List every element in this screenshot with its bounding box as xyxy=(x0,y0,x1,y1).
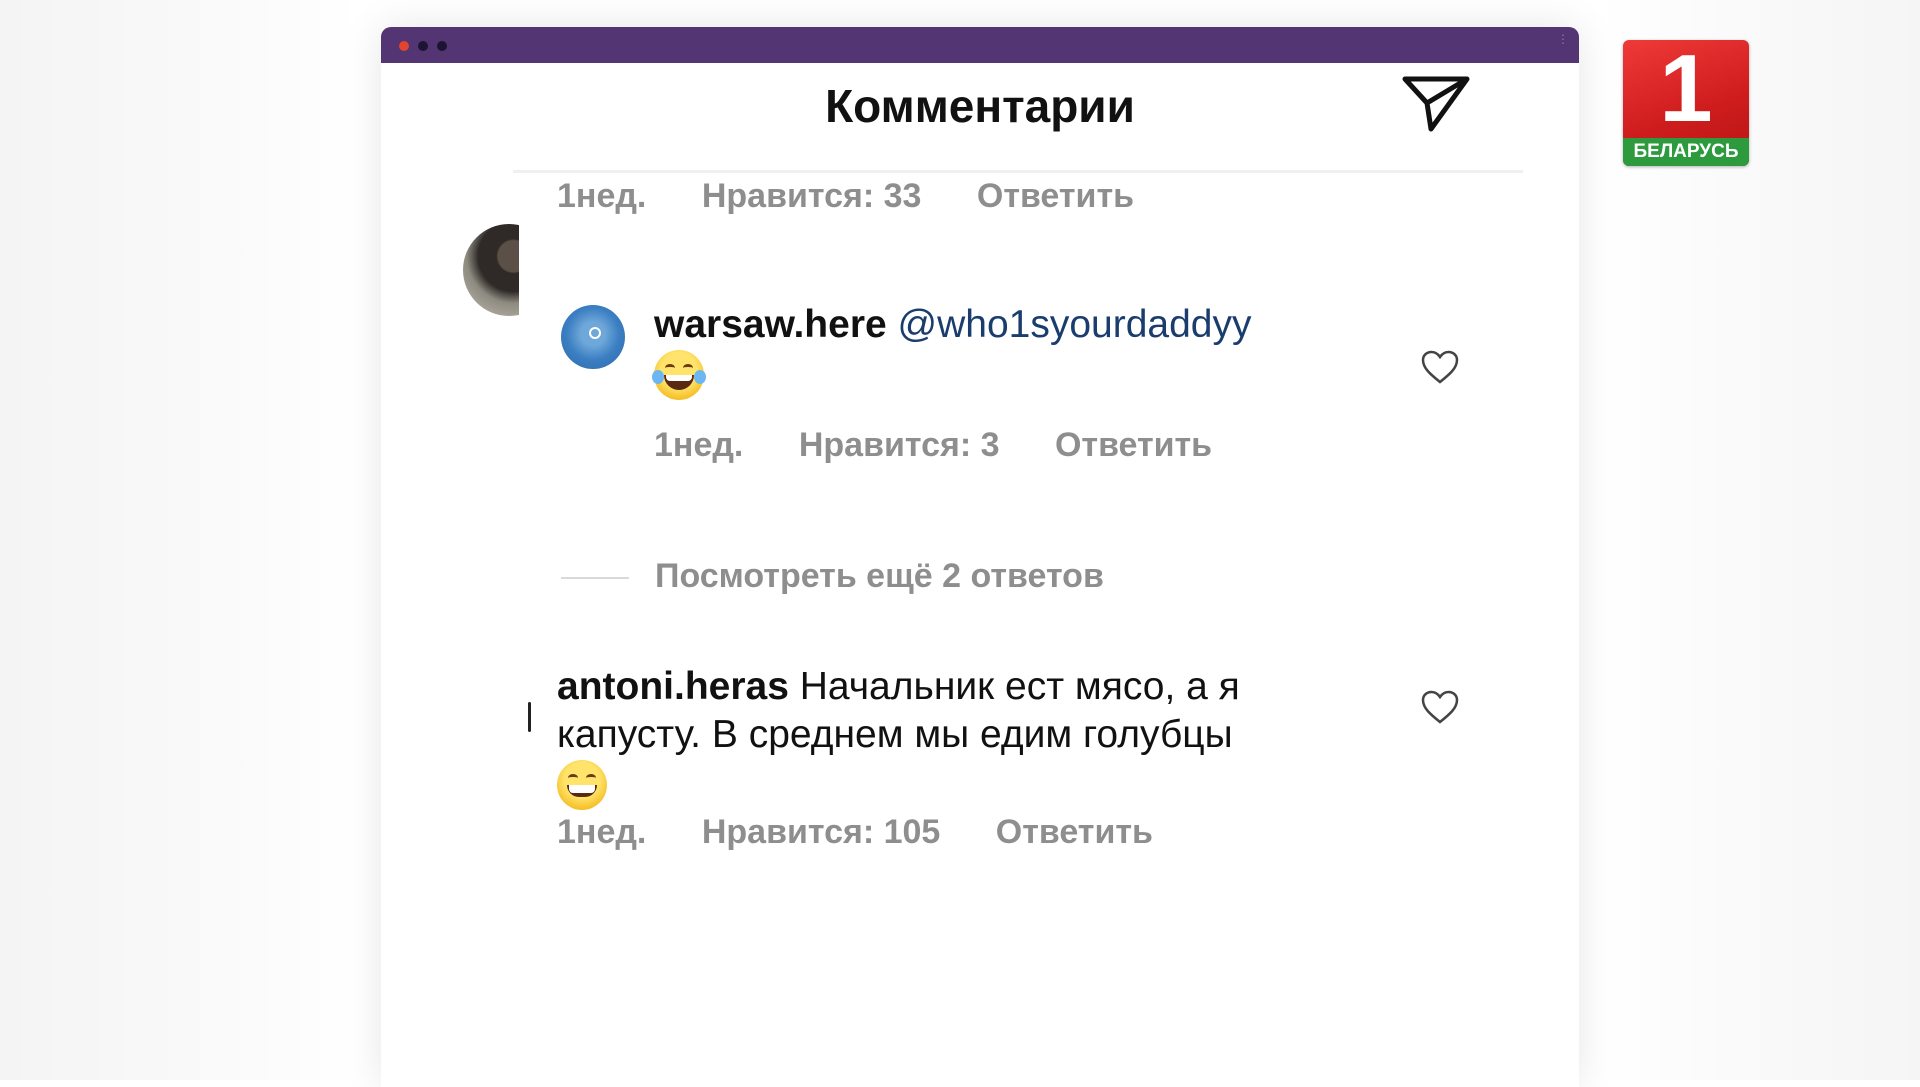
comment-age: 1нед. xyxy=(654,426,744,464)
channel-logo: 1 БЕЛАРУСЬ xyxy=(1623,40,1749,166)
grinning-emoji-icon xyxy=(557,759,607,810)
reply-meta: 1нед. Нравится: 3 Ответить xyxy=(654,426,1212,465)
window-titlebar: ⋮ xyxy=(381,27,1579,63)
comment-meta: 1нед. Нравится: 33 Ответить xyxy=(557,177,1134,216)
minimize-window-button[interactable] xyxy=(418,41,428,51)
comment-meta: 1нед. Нравится: 105 Ответить xyxy=(557,813,1153,852)
close-window-button[interactable] xyxy=(399,41,409,51)
comment-age: 1нед. xyxy=(557,813,647,851)
maximize-window-button[interactable] xyxy=(437,41,447,51)
app-window: ⋮ Комментарии 1нед. Нравится: 33 Ответит… xyxy=(381,27,1579,1087)
send-icon[interactable] xyxy=(1401,73,1471,135)
username-link[interactable]: antoni.heras xyxy=(557,665,789,708)
view-more-replies-button[interactable]: Посмотреть ещё 2 ответов xyxy=(655,557,1104,596)
likes-count[interactable]: Нравится: 105 xyxy=(702,813,940,852)
likes-count[interactable]: Нравится: 33 xyxy=(702,177,922,216)
avatar-clip xyxy=(519,217,559,327)
like-heart-icon[interactable] xyxy=(1420,349,1460,385)
likes-count[interactable]: Нравится: 3 xyxy=(799,426,1000,465)
more-options-icon[interactable]: ⋮ xyxy=(1557,33,1569,54)
logo-number: 1 xyxy=(1659,40,1713,142)
tears-of-joy-emoji-icon xyxy=(652,349,706,400)
mention-link[interactable]: @who1syourdaddyy xyxy=(898,303,1252,346)
avatar-edge xyxy=(528,702,531,732)
avatar-logo-icon xyxy=(589,327,601,339)
reply-button[interactable]: Ответить xyxy=(1055,426,1212,465)
reply-button[interactable]: Ответить xyxy=(996,813,1153,852)
comment-age: 1нед. xyxy=(557,177,647,215)
username-link[interactable]: warsaw.here xyxy=(654,303,887,346)
reply-button[interactable]: Ответить xyxy=(977,177,1134,216)
view-more-line xyxy=(561,577,629,579)
like-heart-icon[interactable] xyxy=(1420,689,1460,725)
logo-band: БЕЛАРУСЬ xyxy=(1623,138,1749,166)
page-title: Комментарии xyxy=(825,80,1135,132)
comment-text: antoni.heras Начальник ест мясо, а я кап… xyxy=(557,663,1357,810)
header-divider xyxy=(513,170,1523,173)
reply-avatar[interactable] xyxy=(561,305,625,369)
reply-comment-text: warsaw.here @who1syourdaddyy xyxy=(652,301,1354,400)
